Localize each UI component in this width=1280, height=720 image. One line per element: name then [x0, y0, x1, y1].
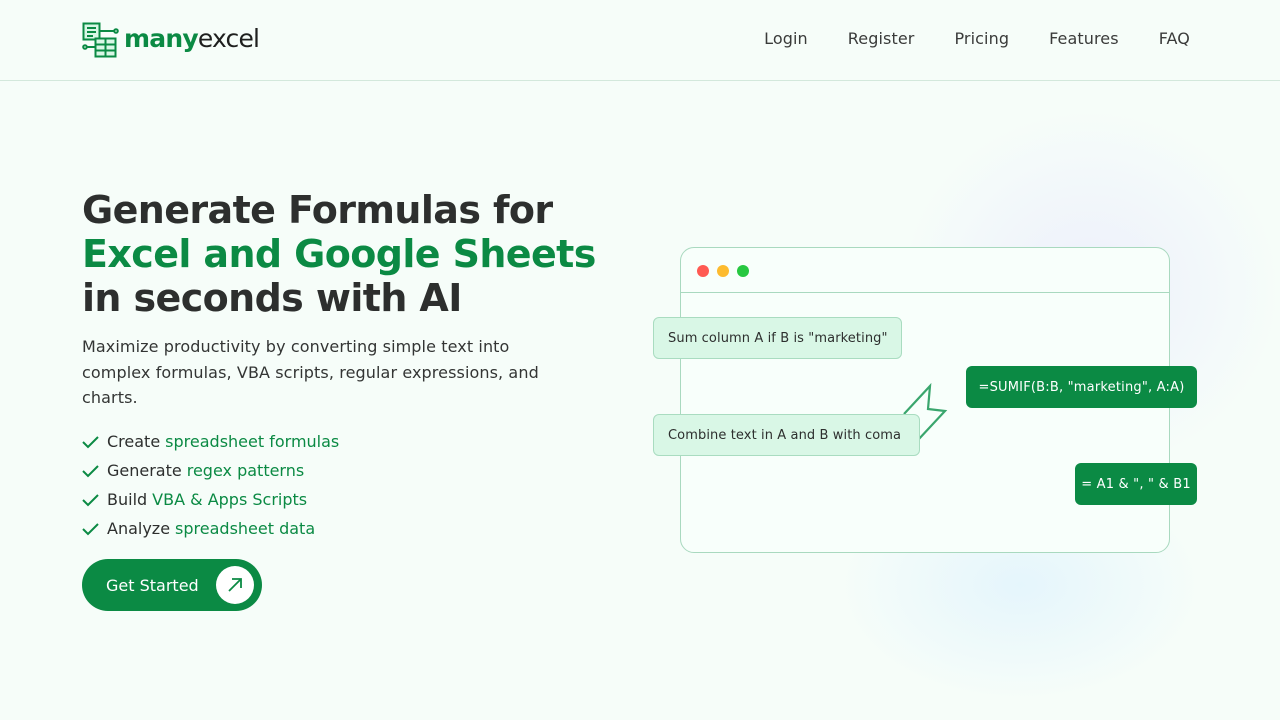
feature-item: Analyze spreadsheet data	[82, 514, 339, 543]
arrow-up-right-icon	[216, 566, 254, 604]
logo-wordmark: manyexcel	[124, 23, 260, 53]
feature-highlight: spreadsheet data	[175, 519, 316, 538]
main-nav: Login Register Pricing Features FAQ	[764, 28, 1190, 50]
hero-title-line-3: in seconds with AI	[82, 276, 462, 320]
hero-title-line-1: Generate Formulas for	[82, 188, 553, 232]
feature-prefix: Generate	[107, 461, 182, 480]
nav-features[interactable]: Features	[1049, 28, 1119, 50]
hero-description: Maximize productivity by converting simp…	[82, 337, 539, 407]
logo[interactable]: manyexcel	[82, 22, 260, 58]
nav-login[interactable]: Login	[764, 28, 808, 50]
prompt-bubble: Combine text in A and B with coma	[653, 414, 920, 456]
nav-register[interactable]: Register	[848, 28, 915, 50]
nav-faq[interactable]: FAQ	[1159, 28, 1190, 50]
formula-bubble: =SUMIF(B:B, "marketing", A:A)	[966, 366, 1197, 408]
feature-item: Create spreadsheet formulas	[82, 427, 339, 456]
feature-item: Build VBA & Apps Scripts	[82, 485, 339, 514]
window-close-dot	[697, 265, 709, 277]
hero-title: Generate Formulas for Excel and Google S…	[82, 188, 622, 320]
feature-prefix: Create	[107, 432, 161, 451]
window-maximize-dot	[737, 265, 749, 277]
logo-text-excel: excel	[197, 23, 260, 53]
check-icon	[82, 464, 99, 477]
formula-bubble: = A1 & ", " & B1	[1075, 463, 1197, 505]
check-icon	[82, 435, 99, 448]
nav-pricing[interactable]: Pricing	[954, 28, 1009, 50]
spreadsheet-doc-icon	[82, 22, 119, 58]
check-icon	[82, 493, 99, 506]
get-started-button[interactable]: Get Started	[82, 559, 262, 611]
site-header: manyexcel Login Register Pricing Feature…	[0, 0, 1280, 81]
window-minimize-dot	[717, 265, 729, 277]
check-icon	[82, 522, 99, 535]
feature-highlight: spreadsheet formulas	[165, 432, 340, 451]
feature-item: Generate regex patterns	[82, 456, 339, 485]
get-started-label: Get Started	[106, 575, 199, 595]
prompt-bubble: Sum column A if B is "marketing"	[653, 317, 902, 359]
logo-text-many: many	[124, 23, 199, 53]
hero-title-line-2: Excel and Google Sheets	[82, 232, 596, 276]
feature-list: Create spreadsheet formulas Generate reg…	[82, 427, 339, 543]
feature-highlight: VBA & Apps Scripts	[152, 490, 308, 509]
feature-prefix: Analyze	[107, 519, 171, 538]
feature-highlight: regex patterns	[186, 461, 305, 480]
window-title-bar	[681, 248, 1169, 293]
feature-prefix: Build	[107, 490, 148, 509]
